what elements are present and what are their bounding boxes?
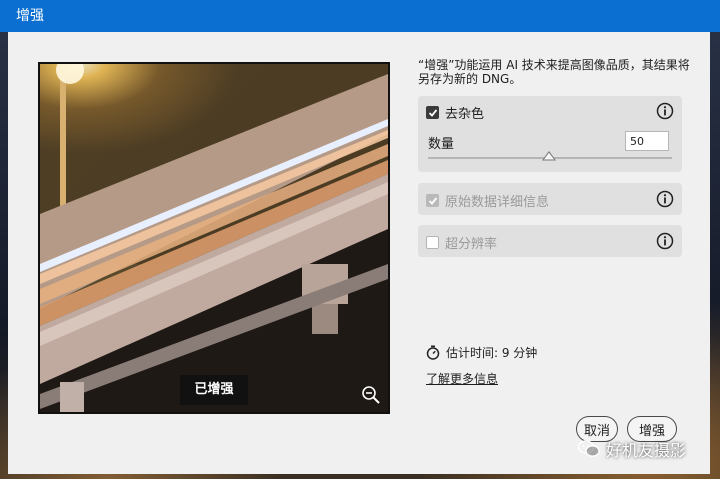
image-preview[interactable]: 已增强 (38, 62, 390, 414)
super-resolution-option[interactable]: 超分辨率 (426, 233, 497, 252)
preview-photo (40, 64, 388, 412)
raw-details-option[interactable]: 原始数据详细信息 (426, 191, 549, 210)
info-icon[interactable] (656, 232, 674, 250)
enhanced-badge: 已增强 (180, 375, 248, 405)
super-resolution-label: 超分辨率 (445, 237, 498, 252)
amount-slider-thumb[interactable] (542, 151, 556, 161)
info-icon[interactable] (656, 102, 674, 120)
watermark-text: 好机友摄影 (606, 441, 687, 460)
enhance-dialog: 已增强 “增强”功能运用 AI 技术来提高图像品质，其结果将另存为新的 DNG。… (8, 32, 710, 474)
window-titlebar: 增强 (0, 0, 720, 32)
raw-details-label: 原始数据详细信息 (445, 195, 550, 210)
estimated-time: 估计时间: 9 分钟 (426, 344, 537, 361)
raw-details-panel: 原始数据详细信息 (418, 183, 682, 215)
window-title: 增强 (16, 8, 44, 24)
info-icon[interactable] (656, 190, 674, 208)
watermark: 好机友摄影 (578, 437, 686, 461)
denoise-checkbox[interactable] (426, 106, 439, 119)
amount-input[interactable] (625, 131, 669, 151)
stopwatch-icon (426, 345, 440, 360)
wechat-icon (578, 440, 600, 457)
denoise-option[interactable]: 去杂色 (426, 103, 484, 122)
super-resolution-checkbox[interactable] (426, 236, 439, 249)
denoise-panel: 去杂色 数量 (418, 96, 682, 172)
zoom-out-icon[interactable] (360, 384, 382, 406)
denoise-label: 去杂色 (445, 107, 485, 122)
feature-description: “增强”功能运用 AI 技术来提高图像品质，其结果将另存为新的 DNG。 (418, 58, 690, 86)
super-resolution-panel: 超分辨率 (418, 225, 682, 257)
raw-details-checkbox[interactable] (426, 194, 439, 207)
learn-more-link[interactable]: 了解更多信息 (426, 370, 498, 387)
amount-label: 数量 (428, 137, 455, 152)
estimated-time-text: 估计时间: 9 分钟 (446, 346, 538, 360)
